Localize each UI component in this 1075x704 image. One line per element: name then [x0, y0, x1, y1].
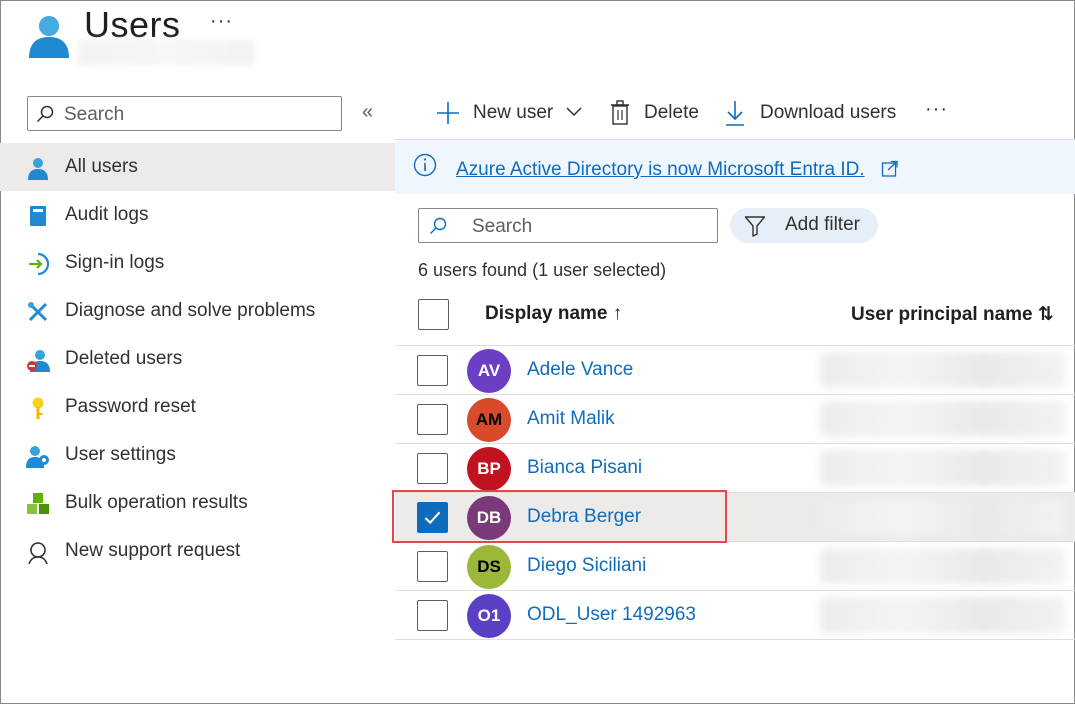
search-icon [36, 105, 54, 123]
delete-label: Delete [644, 102, 699, 123]
sidebar-item-label: Bulk operation results [65, 492, 248, 513]
avatar: BP [467, 447, 511, 491]
sidebar-item-label: Audit logs [65, 204, 149, 225]
wrench-icon [28, 302, 48, 322]
user-principal-name-blurred [820, 548, 1065, 584]
sidebar-item-label: All users [65, 156, 138, 177]
column-header-display-name[interactable]: Display name ↑ [485, 303, 622, 325]
entra-link-text: Azure Active Directory is now Microsoft … [456, 159, 865, 180]
selection-highlight-box [392, 490, 727, 543]
sidebar-item-user-settings[interactable]: User settings [0, 431, 395, 479]
sidebar-item-label: Sign-in logs [65, 252, 165, 273]
search-icon [430, 217, 447, 234]
table-row[interactable]: DS Diego Siciliani [395, 542, 1075, 591]
key-icon [32, 397, 44, 419]
download-users-button[interactable]: Download users [724, 98, 904, 128]
entra-link[interactable]: Azure Active Directory is now Microsoft … [456, 159, 865, 181]
row-checkbox[interactable] [417, 404, 448, 435]
row-checkbox[interactable] [417, 551, 448, 582]
column-header-upn[interactable]: User principal name ⇅ [851, 303, 1054, 326]
chevron-down-icon [566, 107, 582, 117]
filter-icon [744, 216, 766, 237]
table-row[interactable]: AM Amit Malik [395, 395, 1075, 444]
add-filter-label: Add filter [785, 214, 860, 235]
select-all-checkbox[interactable] [418, 299, 449, 330]
user-principal-name-blurred [820, 401, 1065, 437]
user-icon [28, 158, 48, 180]
users-count-text: 6 users found (1 user selected) [418, 260, 667, 280]
avatar: AV [467, 349, 511, 393]
user-principal-name-blurred [820, 499, 1065, 535]
sidebar-item-password-reset[interactable]: Password reset [0, 383, 395, 431]
download-icon [726, 101, 744, 126]
avatar: O1 [467, 594, 511, 638]
row-checkbox[interactable] [417, 453, 448, 484]
toolbar-more-button[interactable]: ··· [925, 98, 955, 128]
download-users-label: Download users [760, 102, 897, 123]
collapse-nav-button[interactable]: « [362, 101, 373, 124]
deleted-user-icon [27, 350, 50, 372]
sidebar-item-all-users[interactable]: All users [0, 143, 395, 191]
sidebar-item-label: New support request [65, 540, 241, 561]
more-options-icon[interactable]: ··· [210, 10, 233, 33]
user-display-name-link[interactable]: Diego Siciliani [527, 555, 646, 577]
sidebar-item-deleted-users[interactable]: Deleted users [0, 335, 395, 383]
cubes-icon [27, 493, 49, 514]
user-settings-icon [26, 446, 49, 468]
new-user-button[interactable]: New user [434, 98, 584, 128]
users-icon [29, 16, 69, 58]
delete-button[interactable]: Delete [608, 98, 703, 128]
row-checkbox[interactable] [417, 355, 448, 386]
sidebar-item-audit-logs[interactable]: Audit logs [0, 191, 395, 239]
sidebar-item-label: Diagnose and solve problems [65, 300, 316, 321]
user-principal-name-blurred [820, 597, 1065, 633]
sidebar-item-label: Password reset [65, 396, 196, 417]
nav-search-input[interactable]: Search [27, 96, 342, 131]
user-display-name-link[interactable]: Bianca Pisani [527, 457, 642, 479]
sidebar-item-bulk-operation-results[interactable]: Bulk operation results [0, 479, 395, 527]
table-row[interactable]: BP Bianca Pisani [395, 444, 1075, 493]
trash-icon [611, 100, 629, 125]
table-row[interactable]: AV Adele Vance [395, 346, 1075, 395]
row-checkbox[interactable] [417, 600, 448, 631]
avatar: AM [467, 398, 511, 442]
user-display-name-link[interactable]: Adele Vance [527, 359, 633, 381]
book-icon [30, 206, 46, 226]
plus-icon [437, 102, 459, 124]
sidebar-item-label: User settings [65, 444, 176, 465]
sidebar-item-sign-in-logs[interactable]: Sign-in logs [0, 239, 395, 287]
info-icon [413, 153, 437, 177]
user-principal-name-blurred [820, 450, 1065, 486]
avatar: DS [467, 545, 511, 589]
sidebar-item-label: Deleted users [65, 348, 183, 369]
tenant-subtitle-blurred [78, 40, 254, 66]
info-banner: Azure Active Directory is now Microsoft … [395, 140, 1075, 194]
row-divider [395, 639, 1075, 640]
more-icon: ··· [925, 98, 948, 120]
user-principal-name-blurred [820, 352, 1065, 388]
user-display-name-link[interactable]: Amit Malik [527, 408, 615, 430]
table-row[interactable]: O1 ODL_User 1492963 [395, 591, 1075, 640]
users-search-placeholder: Search [472, 216, 533, 237]
new-user-label: New user [473, 102, 554, 123]
sidebar-item-new-support-request[interactable]: New support request [0, 527, 395, 575]
support-icon [28, 542, 48, 564]
user-display-name-link[interactable]: ODL_User 1492963 [527, 604, 696, 626]
users-search-input[interactable]: Search [418, 208, 718, 243]
sign-in-icon [29, 252, 50, 276]
external-link-icon[interactable] [881, 160, 899, 178]
nav-search-placeholder: Search [64, 104, 125, 125]
add-filter-button[interactable]: Add filter [730, 208, 878, 243]
sidebar-item-diagnose-and-solve-problems[interactable]: Diagnose and solve problems [0, 287, 395, 335]
